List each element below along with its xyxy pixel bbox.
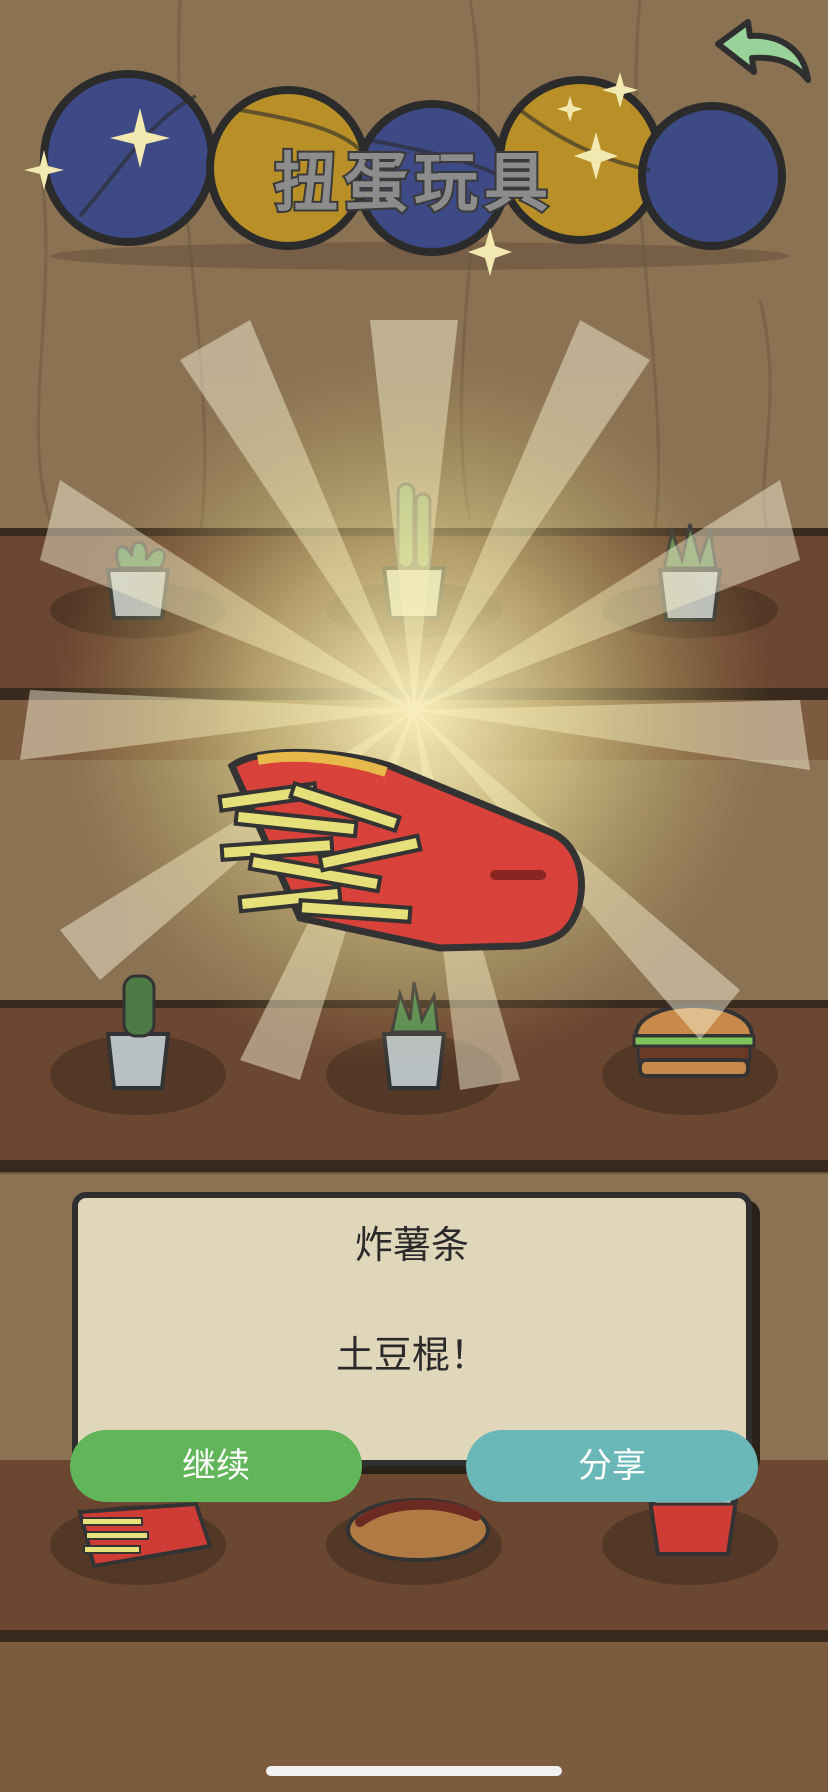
home-indicator — [266, 1766, 562, 1776]
item-name: 炸薯条 — [354, 1223, 469, 1267]
page-title: 扭蛋玩具 — [272, 145, 554, 223]
shelf-divider — [0, 1168, 828, 1174]
item-description: 土豆棍！ — [335, 1333, 488, 1377]
reward-dialog: 炸薯条 土豆棍！ — [72, 1192, 752, 1466]
back-arrow-icon — [715, 19, 811, 83]
share-button[interactable]: 分享 — [466, 1430, 758, 1502]
back-button[interactable] — [708, 14, 818, 94]
game-scene — [0, 0, 828, 1792]
hotdog-icon — [346, 1498, 490, 1562]
continue-button[interactable]: 继续 — [70, 1430, 362, 1502]
